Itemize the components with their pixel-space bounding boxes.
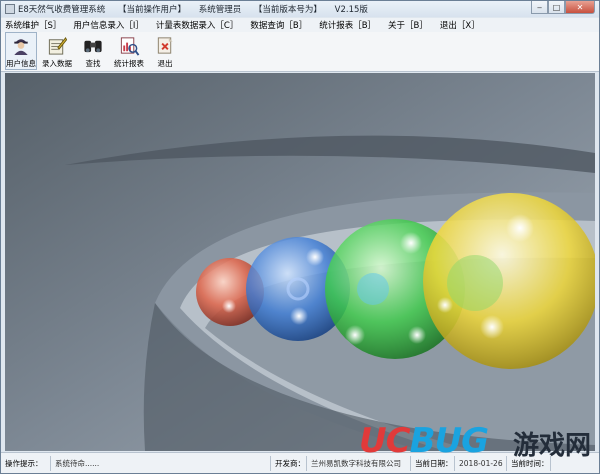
menu-bar: 系统维护［S］ 用户信息录入［I］ 计量表数据录入［C］ 数据查询［B］ 统计报… [1,18,599,32]
window-controls: ‒ □ ✕ [531,1,595,14]
data-entry-button[interactable]: 录入数据 [41,32,73,70]
wallpaper-graphic [5,73,595,451]
report-icon [120,37,140,56]
menu-exit[interactable]: 退出［X］ [440,19,480,31]
search-button[interactable]: 查找 [77,32,109,70]
user-info-button[interactable]: 用户信息 [5,32,37,70]
title-version-value: V2.15版 [334,5,368,15]
status-hint-label: 操作提示： [1,455,51,471]
title-bar: E8天然气收费管理系统 【当前操作用户】 系统管理员 【当前版本号为】 V2.1… [1,1,599,17]
app-window: E8天然气收费管理系统 【当前操作用户】 系统管理员 【当前版本号为】 V2.1… [0,0,600,474]
binoculars-icon [84,40,102,53]
title-user-label: 【当前操作用户】 [117,5,186,15]
watermark-cn: 游戏网 [512,431,591,461]
tool-label-user-info: 用户信息 [6,59,36,68]
minimize-button[interactable]: ‒ [531,1,548,14]
status-dev-label: 开发商： [271,455,307,471]
tool-label-reports: 统计报表 [114,59,144,68]
status-hint-value: 系统待命...... [51,455,271,471]
menu-query[interactable]: 数据查询［B］ [250,19,307,31]
maximize-button[interactable]: □ [548,1,565,14]
user-icon [14,39,28,56]
wallpaper-area [5,73,595,451]
menu-system[interactable]: 系统维护［S］ [5,19,61,31]
exit-icon [157,37,173,54]
watermark-logo: UCBUG 游戏网 [359,421,591,471]
toolbar: 用户信息 录入数据 查找 统计报表 退出 [1,32,599,72]
tool-label-data-entry: 录入数据 [42,59,72,68]
exit-button[interactable]: 退出 [149,32,181,70]
tool-label-search: 查找 [85,59,101,68]
app-icon [5,4,15,14]
data-entry-icon [48,36,68,55]
close-button[interactable]: ✕ [565,1,595,14]
menu-meter-data[interactable]: 计量表数据录入［C］ [156,19,238,31]
yellow-sphere [423,193,595,369]
watermark-uc: UCBUG [359,421,489,461]
title-version-label: 【当前版本号为】 [253,5,322,15]
title-app-name: E8天然气收费管理系统 [18,5,106,15]
menu-reports[interactable]: 统计报表［B］ [319,19,376,31]
menu-about[interactable]: 关于［B］ [388,19,428,31]
window-title: E8天然气收费管理系统 【当前操作用户】 系统管理员 【当前版本号为】 V2.1… [18,3,378,15]
reports-button[interactable]: 统计报表 [113,32,145,70]
title-user-value: 系统管理员 [198,5,242,15]
tool-label-exit: 退出 [157,59,173,68]
menu-user-info[interactable]: 用户信息录入［I］ [73,19,144,31]
